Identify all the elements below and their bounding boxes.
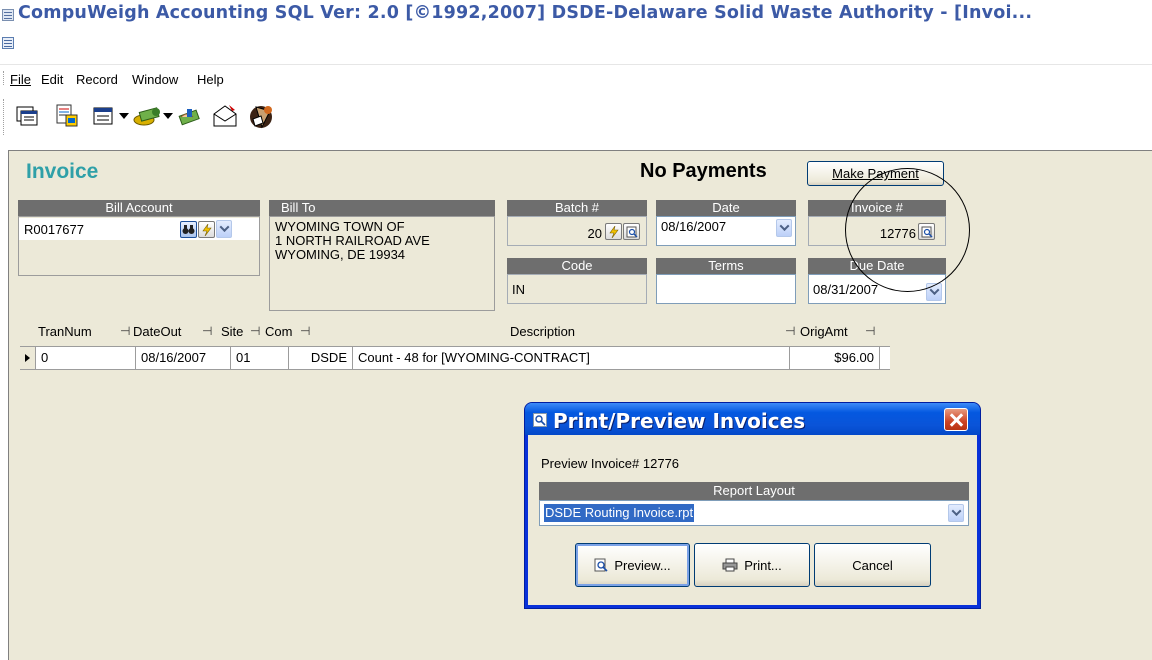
preview-icon [594,558,608,572]
report-layout-header: Report Layout [539,482,969,500]
pin-icon[interactable]: ⊣ [250,324,260,338]
batch-header: Batch # [507,200,647,216]
payment-status: No Payments [640,160,767,182]
cell-dateout[interactable]: 08/16/2007 [136,347,231,369]
pin-icon[interactable]: ⊣ [865,324,875,338]
menu-window[interactable]: Window [132,72,178,87]
window-list-icon[interactable] [12,100,42,132]
preview-icon [533,413,547,427]
bill-to-line-2: 1 NORTH RAILROAD AVE [275,233,430,248]
print-label: Print... [744,557,782,573]
col-header-com[interactable]: Com [265,324,292,339]
col-header-site[interactable]: Site [221,324,243,339]
report-layout-select[interactable]: DSDE Routing Invoice.rpt [539,500,969,526]
menu-bar: File Edit Record Window Help [0,64,1152,90]
page-title: Invoice [26,160,99,183]
cancel-button[interactable]: Cancel [814,543,931,587]
lightning-icon[interactable] [198,221,215,238]
bill-account-value: R0017677 [24,222,84,237]
dialog-title: Print/Preview Invoices [553,409,806,433]
report-layout-dropdown[interactable] [948,504,964,522]
cell-trannum[interactable]: 0 [36,347,136,369]
cell-site[interactable]: 01 [231,347,289,369]
mdi-child-system-icon[interactable] [2,37,14,49]
col-header-description[interactable]: Description [510,324,575,339]
cell-com[interactable]: DSDE [289,347,353,369]
money-icon[interactable] [132,100,162,132]
handshake-icon[interactable] [174,100,204,132]
col-header-origamt[interactable]: OrigAmt [800,324,848,339]
bill-account-dropdown[interactable] [216,220,232,238]
terms-field[interactable] [656,274,796,304]
grid-header: TranNum ⊣ DateOut ⊣ Site ⊣ Com ⊣ Descrip… [20,320,890,342]
print-preview-dialog: Print/Preview Invoices Preview Invoice# … [525,403,980,608]
date-header: Date [656,200,796,216]
code-header: Code [507,258,647,274]
pin-icon[interactable]: ⊣ [785,324,795,338]
preview-button[interactable]: Preview... [575,543,690,587]
calculator-icon[interactable] [88,100,118,132]
toolbar [0,93,1152,145]
app-icon[interactable] [2,9,14,21]
window-title-bar[interactable]: CompuWeigh Accounting SQL Ver: 2.0 [©199… [0,0,1152,32]
table-row[interactable]: 0 08/16/2007 01 DSDE Count - 48 for [WYO… [20,346,890,370]
date-field[interactable]: 08/16/2007 [656,216,796,246]
pin-icon[interactable]: ⊣ [120,324,130,338]
window-title: CompuWeigh Accounting SQL Ver: 2.0 [©199… [18,3,1033,23]
cell-description[interactable]: Count - 48 for [WYOMING-CONTRACT] [353,347,790,369]
close-icon[interactable] [944,408,968,431]
printer-icon [722,558,738,572]
bill-account-header: Bill Account [18,200,260,216]
menu-record[interactable]: Record [76,72,118,87]
bill-to-header: Bill To [269,200,495,216]
menu-grip[interactable] [3,71,6,85]
report-layout-value: DSDE Routing Invoice.rpt [544,504,695,522]
dialog-title-bar[interactable]: Print/Preview Invoices [525,403,980,435]
annotation-circle [845,168,970,292]
print-button[interactable]: Print... [694,543,810,587]
pin-icon[interactable]: ⊣ [300,324,310,338]
batch-lightning-icon[interactable] [605,223,622,240]
menu-edit[interactable]: Edit [41,72,63,87]
money-dropdown-arrow[interactable] [163,113,173,119]
menu-file[interactable]: File [10,72,31,87]
cancel-label: Cancel [852,557,893,573]
code-field: IN [507,274,647,304]
col-header-trannum[interactable]: TranNum [38,324,92,339]
batch-preview-icon[interactable] [623,223,640,240]
binoculars-icon[interactable] [180,221,197,238]
bill-to-line-3: WYOMING, DE 19934 [275,247,406,262]
bill-to-line-1: WYOMING TOWN OF [275,219,405,234]
menu-help[interactable]: Help [197,72,224,87]
pin-icon[interactable]: ⊣ [202,324,212,338]
dialog-message: Preview Invoice# 12776 [541,456,680,471]
row-selector[interactable] [20,347,36,369]
exit-door-icon[interactable] [248,100,278,132]
cell-origamt[interactable]: $96.00 [790,347,880,369]
envelope-icon[interactable] [210,100,240,132]
report-icon[interactable] [52,100,82,132]
terms-header: Terms [656,258,796,274]
toolbar-grip[interactable] [3,99,6,135]
calculator-dropdown-arrow[interactable] [119,113,129,119]
col-header-dateout[interactable]: DateOut [133,324,181,339]
preview-label: Preview... [614,557,671,573]
batch-value: 20 [587,226,602,241]
date-dropdown[interactable] [776,219,792,237]
